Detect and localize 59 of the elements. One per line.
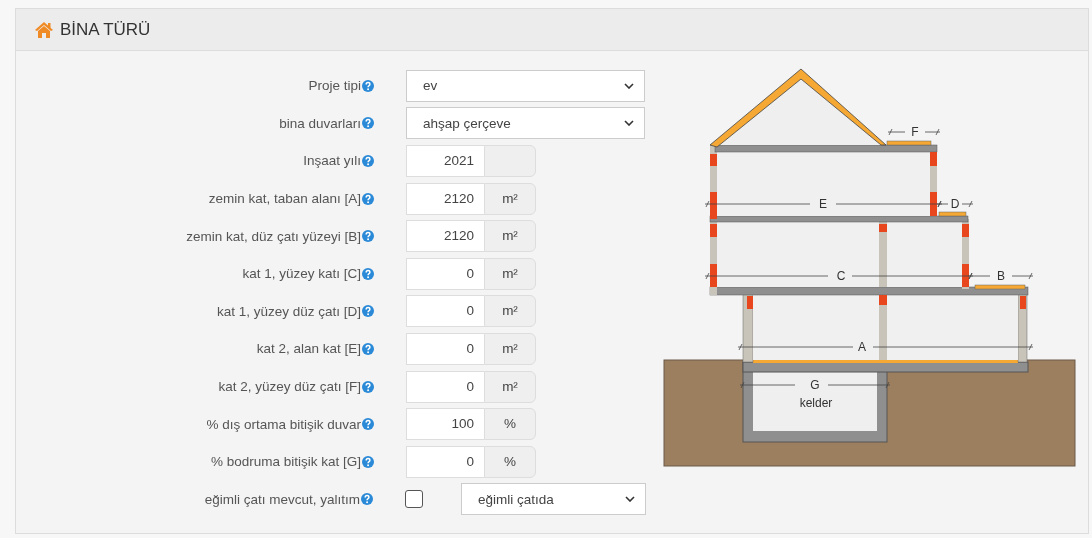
home-icon — [34, 20, 54, 39]
field-label: % bodruma bitişik kat [G] — [210, 454, 361, 470]
help-icon[interactable] — [362, 117, 374, 130]
diagram-label: G — [810, 378, 820, 392]
input-addon — [484, 145, 536, 177]
number-field[interactable]: 0 — [406, 295, 484, 328]
unit-label: m² — [484, 370, 536, 403]
number-field[interactable]: 2120 — [406, 182, 484, 215]
unit-label: m² — [484, 332, 536, 365]
number-field[interactable]: 2120 — [406, 220, 484, 253]
field-label: Proje tipi — [308, 78, 361, 94]
caret-icon — [625, 496, 635, 503]
dropdown[interactable]: eğimli çatıda — [461, 483, 646, 516]
help-icon[interactable] — [362, 230, 374, 243]
checkbox[interactable] — [405, 490, 423, 509]
field-label: % dış ortama bitişik duvar — [206, 416, 361, 432]
diagram-label: kelder — [799, 396, 833, 410]
diagram-label: B — [997, 269, 1005, 283]
diagram-label: C — [836, 269, 846, 283]
field-label: kat 2, alan kat [E] — [256, 341, 361, 357]
field-label: zemin kat, düz çatı yüzeyi [B] — [186, 228, 361, 244]
help-icon[interactable] — [362, 455, 374, 468]
diagram-label: E — [819, 197, 827, 211]
help-icon[interactable] — [362, 380, 374, 393]
help-icon[interactable] — [362, 79, 374, 92]
unit-label: % — [484, 408, 536, 441]
diagram-label: F — [911, 125, 919, 139]
field-label: Inşaat yılı — [303, 153, 361, 169]
unit-label: m² — [484, 257, 536, 290]
help-icon[interactable] — [362, 267, 374, 280]
diagram-label: A — [858, 340, 866, 354]
unit-label: % — [484, 445, 536, 478]
number-field[interactable]: 0 — [406, 332, 484, 365]
number-field[interactable]: 0 — [406, 257, 484, 290]
unit-label: m² — [484, 295, 536, 328]
unit-label: m² — [484, 220, 536, 253]
help-icon[interactable] — [362, 192, 374, 205]
field-label: eğimli çatı mevcut, yalıtım — [204, 491, 360, 507]
field-label: bina duvarları — [279, 115, 361, 131]
help-icon[interactable] — [362, 342, 374, 355]
dropdown[interactable]: ev — [406, 69, 645, 102]
field-label: kat 1, yüzey düz çatı [D] — [216, 303, 361, 319]
field-label: kat 1, yüzey katı [C] — [242, 266, 361, 282]
field-label: kat 2, yüzey düz çatı [F] — [218, 379, 361, 395]
help-icon[interactable] — [362, 418, 374, 431]
diagram-label: D — [950, 197, 960, 211]
unit-label: m² — [484, 182, 536, 215]
caret-icon — [624, 120, 634, 127]
help-icon[interactable] — [362, 305, 374, 318]
caret-icon — [624, 82, 634, 89]
panel-title: BİNA TÜRÜ — [60, 19, 151, 40]
dropdown[interactable]: ahşap çerçeve — [406, 107, 645, 140]
number-field[interactable]: 2021 — [406, 145, 484, 177]
number-field[interactable]: 0 — [406, 370, 484, 403]
help-icon[interactable] — [361, 493, 373, 506]
number-field[interactable]: 0 — [406, 445, 484, 478]
number-field[interactable]: 100 — [406, 408, 484, 441]
help-icon[interactable] — [362, 155, 374, 167]
field-label: zemin kat, taban alanı [A] — [208, 191, 361, 207]
